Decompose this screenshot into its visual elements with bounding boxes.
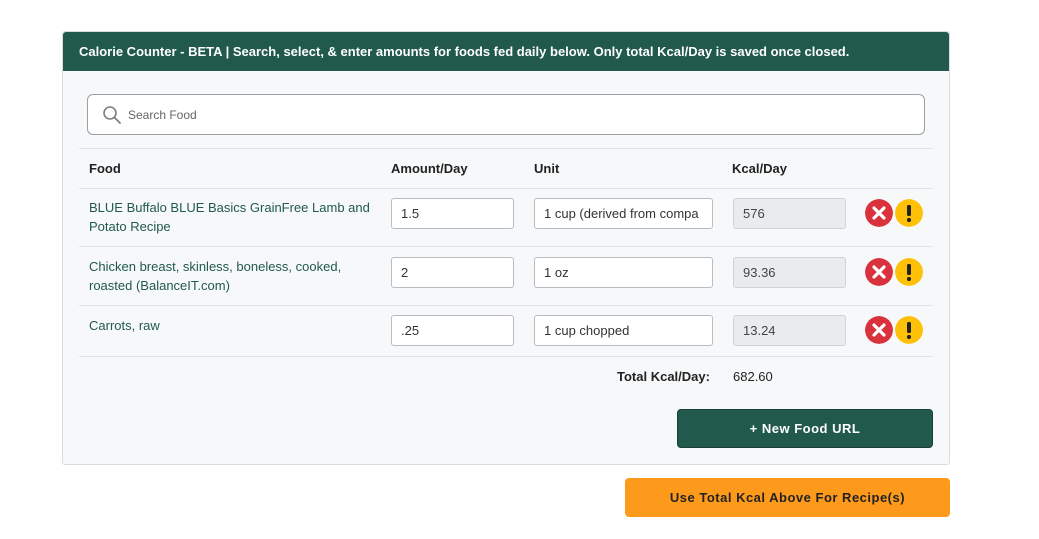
search-icon (103, 106, 121, 124)
panel-header: Calorie Counter - BETA | Search, select,… (63, 32, 949, 71)
search-input[interactable] (128, 101, 908, 129)
column-header-amount: Amount/Day (391, 161, 468, 176)
warning-icon[interactable] (895, 199, 923, 227)
remove-food-button[interactable] (865, 199, 893, 227)
table-row: Chicken breast, skinless, boneless, cook… (79, 246, 933, 305)
new-food-url-button[interactable]: + New Food URL (677, 409, 933, 448)
remove-food-button[interactable] (865, 316, 893, 344)
total-kcal-label: Total Kcal/Day: (617, 369, 710, 384)
food-name: Carrots, raw (89, 318, 160, 333)
search-box[interactable] (87, 94, 925, 135)
calorie-counter-panel: Calorie Counter - BETA | Search, select,… (62, 31, 950, 465)
kcal-value: 13.24 (733, 315, 846, 346)
kcal-value: 93.36 (733, 257, 846, 288)
column-header-unit: Unit (534, 161, 560, 176)
food-name: Chicken breast, skinless, boneless, cook… (89, 259, 342, 293)
total-kcal-value: 682.60 (733, 369, 773, 384)
amount-input[interactable] (391, 315, 514, 346)
table-row: BLUE Buffalo BLUE Basics GrainFree Lamb … (79, 188, 933, 246)
table-header-row: Food Amount/Day Unit Kcal/Day (79, 148, 933, 188)
unit-select[interactable] (534, 315, 713, 346)
amount-input[interactable] (391, 257, 514, 288)
column-header-food: Food (89, 161, 121, 176)
kcal-value: 576 (733, 198, 846, 229)
food-name: BLUE Buffalo BLUE Basics GrainFree Lamb … (89, 200, 370, 234)
use-total-kcal-button[interactable]: Use Total Kcal Above For Recipe(s) (625, 478, 950, 517)
unit-select[interactable] (534, 257, 713, 288)
remove-food-button[interactable] (865, 258, 893, 286)
warning-icon[interactable] (895, 316, 923, 344)
amount-input[interactable] (391, 198, 514, 229)
warning-icon[interactable] (895, 258, 923, 286)
unit-select[interactable] (534, 198, 713, 229)
table-row: Carrots, raw 13.24 (79, 305, 933, 356)
total-row: Total Kcal/Day: 682.60 (79, 356, 933, 396)
column-header-kcal: Kcal/Day (732, 161, 787, 176)
